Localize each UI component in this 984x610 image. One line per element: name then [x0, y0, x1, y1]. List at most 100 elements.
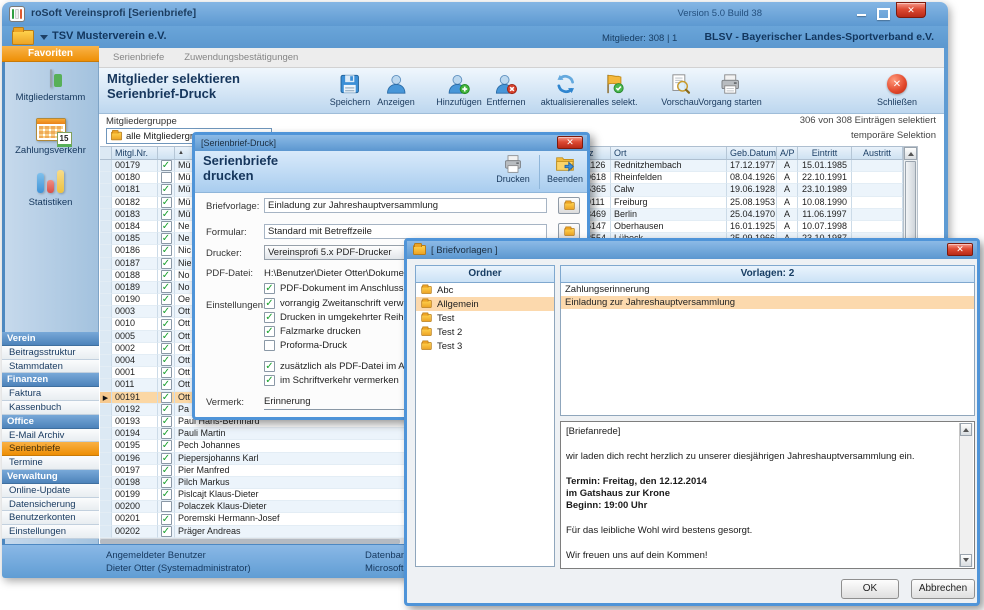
- folder-tree-item[interactable]: Allgemein: [416, 297, 554, 311]
- sidebar-menu-item[interactable]: Online-Update: [2, 484, 99, 498]
- setting-checkbox[interactable]: [264, 312, 275, 323]
- cell-checkbox[interactable]: [158, 428, 175, 440]
- setting-checkbox[interactable]: [264, 298, 275, 309]
- sidebar-menu-item[interactable]: Faktura: [2, 387, 99, 401]
- scroll-up-icon[interactable]: [960, 423, 972, 436]
- sidebar-menu-item[interactable]: Benutzerkonten: [2, 511, 99, 525]
- cell-checkbox[interactable]: [158, 453, 175, 465]
- close-button[interactable]: [896, 2, 926, 18]
- end-button[interactable]: Beenden: [543, 154, 587, 184]
- cell-checkbox[interactable]: [158, 489, 175, 501]
- cell-checkbox[interactable]: [158, 233, 175, 245]
- cell-checkbox[interactable]: [158, 440, 175, 452]
- save-button[interactable]: Speichern: [330, 72, 371, 107]
- cell-checkbox[interactable]: [158, 331, 175, 343]
- add-member-button[interactable]: Hinzufügen: [436, 72, 482, 107]
- folder-tree-item[interactable]: Test 2: [416, 325, 554, 339]
- cell-checkbox[interactable]: [158, 404, 175, 416]
- setting-checkbox[interactable]: [264, 340, 275, 351]
- preview-scrollbar[interactable]: [959, 423, 973, 567]
- cell-checkbox[interactable]: [158, 318, 175, 330]
- sidebar-menu-item[interactable]: Verein: [2, 332, 99, 346]
- template-list-item[interactable]: Zahlungserinnerung: [561, 283, 974, 296]
- cell-checkbox[interactable]: [158, 282, 175, 294]
- sidebar-menu-item[interactable]: Finanzen: [2, 373, 99, 387]
- sidebar-menu-item[interactable]: Kassenbuch: [2, 401, 99, 415]
- sidebar-menu-item[interactable]: Office: [2, 415, 99, 429]
- cell-checkbox[interactable]: [158, 526, 175, 538]
- sidebar-menu-item[interactable]: E-Mail Archiv: [2, 429, 99, 443]
- setting-checkbox[interactable]: [264, 361, 275, 372]
- sidebar-menu-item[interactable]: Stammdaten: [2, 360, 99, 374]
- tab[interactable]: Zuwendungsbestätigungen: [184, 52, 298, 63]
- title-bar[interactable]: roSoft Vereinsprofi [Serienbriefe] Versi…: [2, 2, 948, 26]
- org-folder-button[interactable]: [12, 29, 48, 46]
- header-ort[interactable]: Ort: [611, 147, 727, 159]
- print-button[interactable]: Drucken: [490, 154, 536, 184]
- template-browse-button[interactable]: [558, 197, 580, 214]
- maximize-button[interactable]: [874, 6, 890, 19]
- cell-checkbox[interactable]: [158, 270, 175, 282]
- cell-checkbox[interactable]: [158, 172, 175, 184]
- close-view-button[interactable]: Schließen: [877, 72, 917, 107]
- form-field[interactable]: Standard mit Betreffzeile: [264, 224, 547, 239]
- select-all-button[interactable]: alles selekt.: [590, 72, 637, 107]
- templates-dialog-titlebar[interactable]: [ Briefvorlagen ]: [407, 241, 977, 259]
- cell-checkbox[interactable]: [158, 160, 175, 172]
- sidebar-menu-item[interactable]: Einstellungen: [2, 525, 99, 539]
- cell-checkbox[interactable]: [158, 306, 175, 318]
- show-button[interactable]: Anzeigen: [377, 72, 415, 107]
- open-pdf-checkbox[interactable]: [264, 283, 275, 294]
- sidebar-menu-item[interactable]: Termine: [2, 456, 99, 470]
- sidebar-menu-item[interactable]: Verwaltung: [2, 470, 99, 484]
- minimize-button[interactable]: [854, 6, 870, 19]
- setting-checkbox[interactable]: [264, 375, 275, 386]
- header-geb-datum[interactable]: Geb.Datum: [727, 147, 777, 159]
- print-dialog-close-button[interactable]: [557, 136, 583, 149]
- header-eintritt[interactable]: Eintritt: [798, 147, 852, 159]
- preview-button[interactable]: Vorschau: [661, 72, 699, 107]
- header-austritt[interactable]: Austritt: [852, 147, 903, 159]
- ok-button[interactable]: OK: [841, 579, 899, 599]
- scroll-up-icon[interactable]: [904, 147, 917, 160]
- setting-checkbox[interactable]: [264, 326, 275, 337]
- tab[interactable]: Serienbriefe: [113, 52, 164, 63]
- template-field[interactable]: Einladung zur Jahreshauptversammlung: [264, 198, 547, 213]
- cell-checkbox[interactable]: [158, 343, 175, 355]
- folder-tree-item[interactable]: Test 3: [416, 339, 554, 353]
- header-checkbox-column[interactable]: [158, 147, 175, 159]
- header-member-number[interactable]: Mitgl.Nr.: [112, 147, 158, 159]
- cell-checkbox[interactable]: [158, 392, 175, 404]
- sidebar-menu-item[interactable]: Beitragsstruktur: [2, 346, 99, 360]
- print-dialog-titlebar[interactable]: [Serienbrief-Druck]: [195, 135, 587, 151]
- cancel-button[interactable]: Abbrechen: [911, 579, 975, 599]
- cell-checkbox[interactable]: [158, 513, 175, 525]
- sidebar-menu-item[interactable]: Serienbriefe: [2, 442, 99, 456]
- cell-checkbox[interactable]: [158, 477, 175, 489]
- sidebar-menu-item[interactable]: Datensicherung: [2, 498, 99, 512]
- refresh-button[interactable]: aktualisieren: [541, 72, 592, 107]
- cell-checkbox[interactable]: [158, 379, 175, 391]
- sidebar-item-mitgliederstamm[interactable]: Mitgliederstamm: [2, 70, 99, 103]
- cell-checkbox[interactable]: [158, 355, 175, 367]
- cell-checkbox[interactable]: [158, 221, 175, 233]
- cell-checkbox[interactable]: [158, 501, 175, 513]
- header-ap[interactable]: A/P: [777, 147, 798, 159]
- cell-checkbox[interactable]: [158, 416, 175, 428]
- cell-checkbox[interactable]: [158, 258, 175, 270]
- template-list-item[interactable]: Einladung zur Jahreshauptversammlung: [561, 296, 974, 309]
- templates-dialog-close-button[interactable]: [947, 243, 973, 256]
- sidebar-item-zahlungsverkehr[interactable]: 15 Zahlungsverkehr: [2, 118, 99, 156]
- scroll-down-icon[interactable]: [960, 554, 972, 567]
- cell-checkbox[interactable]: [158, 245, 175, 257]
- cell-checkbox[interactable]: [158, 465, 175, 477]
- cell-checkbox[interactable]: [158, 367, 175, 379]
- remove-member-button[interactable]: Entfernen: [486, 72, 525, 107]
- cell-checkbox[interactable]: [158, 184, 175, 196]
- cell-checkbox[interactable]: [158, 209, 175, 221]
- folder-tree-item[interactable]: Test: [416, 311, 554, 325]
- start-process-button[interactable]: Vorgang starten: [698, 72, 762, 107]
- sidebar-item-statistiken[interactable]: Statistiken: [2, 168, 99, 208]
- cell-checkbox[interactable]: [158, 197, 175, 209]
- folder-tree-item[interactable]: Abc: [416, 283, 554, 297]
